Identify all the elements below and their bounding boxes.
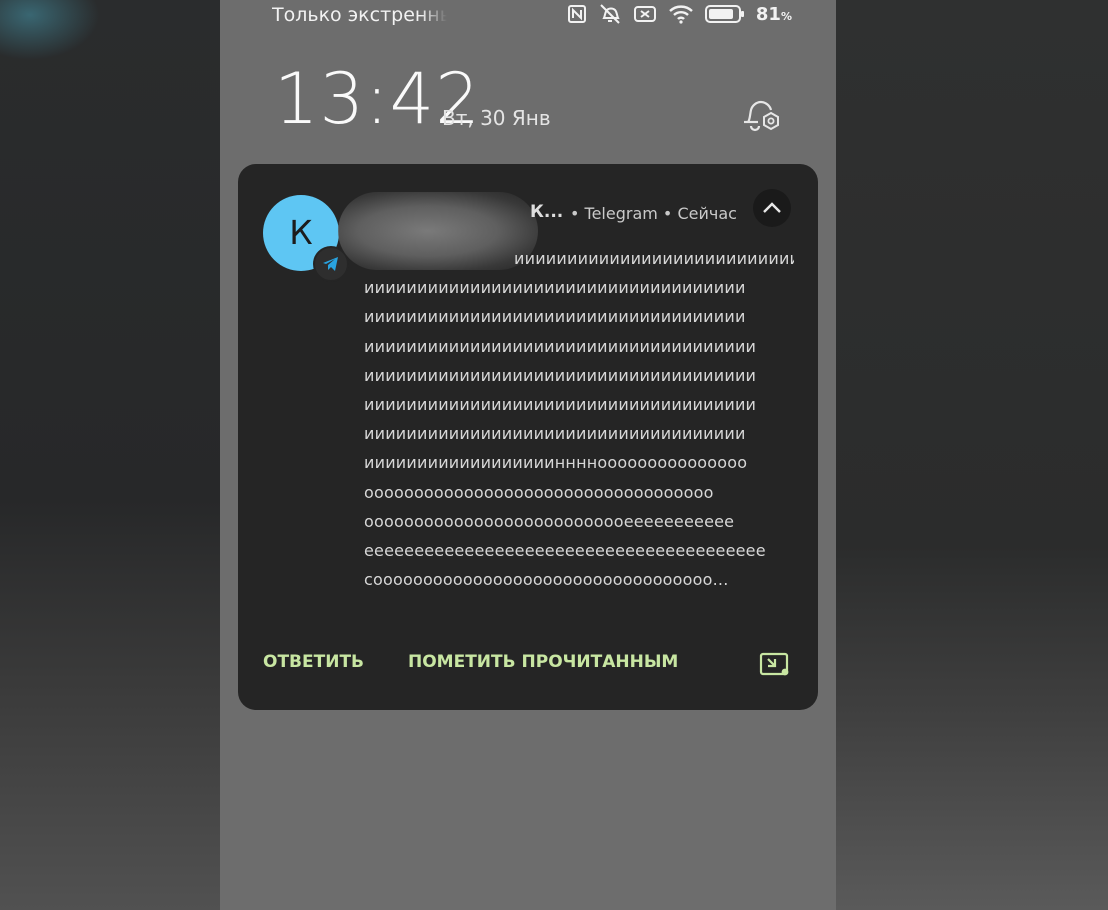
bell-settings-icon[interactable] [740,96,782,140]
wifi-icon [668,4,694,24]
vibrate-off-icon [598,3,622,25]
collapse-button[interactable] [753,189,791,227]
message-line: ееееееееееееееееееееееееееееееееееееееее [364,541,766,561]
background-right [836,0,1108,910]
carrier-status-text: Только экстренные [272,4,447,26]
message-line: ииииииииииииииииииннннооооооооооооооо [364,453,748,473]
telegram-notification-card[interactable]: К К... • Telegram • Сейчас д иииииииииии… [238,164,818,710]
message-line: ооооооооооооооооооооооооооооооооооо [364,482,714,502]
notification-meta: • Telegram • Сейчас [570,204,737,223]
battery-icon [704,4,745,24]
chevron-up-icon [763,202,781,213]
message-line: иииииииииииииииииииииииииииииииииииии [364,365,757,385]
nfc-icon [567,4,587,24]
message-line: ооооооооооооооооооооооооооеееееееееее [364,511,735,531]
background-left [0,0,220,910]
mark-read-button[interactable]: ПОМЕТИТЬ ПРОЧИТАННЫМ [408,652,678,672]
message-text: д ииииииииииииииииииииииииииииииииииии и… [364,244,794,594]
message-line: ииииииииииииииииииииииииииииииииииии [514,249,794,269]
clock-date: Вт, 30 Янв [442,106,551,130]
sim-off-icon [633,4,657,24]
battery-percent: 81% [755,3,792,25]
message-line: ииииииииииииииииииииииииииииииииииии [364,307,746,327]
status-icons: 81% [567,3,792,25]
status-bar: Только экстренные 81% [272,0,792,32]
reply-button[interactable]: ОТВЕТИТЬ [263,652,364,672]
message-line: иииииииииииииииииииииииииииииииииииии [364,395,757,415]
message-line: иииииииииииииииииииииииииииииииииииии [364,336,757,356]
background-glow [0,0,100,60]
message-line: ииииииииииииииииииииииииииииииииииии [364,424,746,444]
message-line: ииииииииииииииииииииииииииииииииииии [364,278,746,298]
sender-name-tail: К... [530,202,564,222]
message-line: соооооооооооооооооооооооооооооооооо... [364,570,729,590]
lock-screen: Только экстренные 81% 13:42 Вт, 30 Янв К… [220,0,836,910]
picture-in-picture-icon[interactable] [758,650,792,684]
